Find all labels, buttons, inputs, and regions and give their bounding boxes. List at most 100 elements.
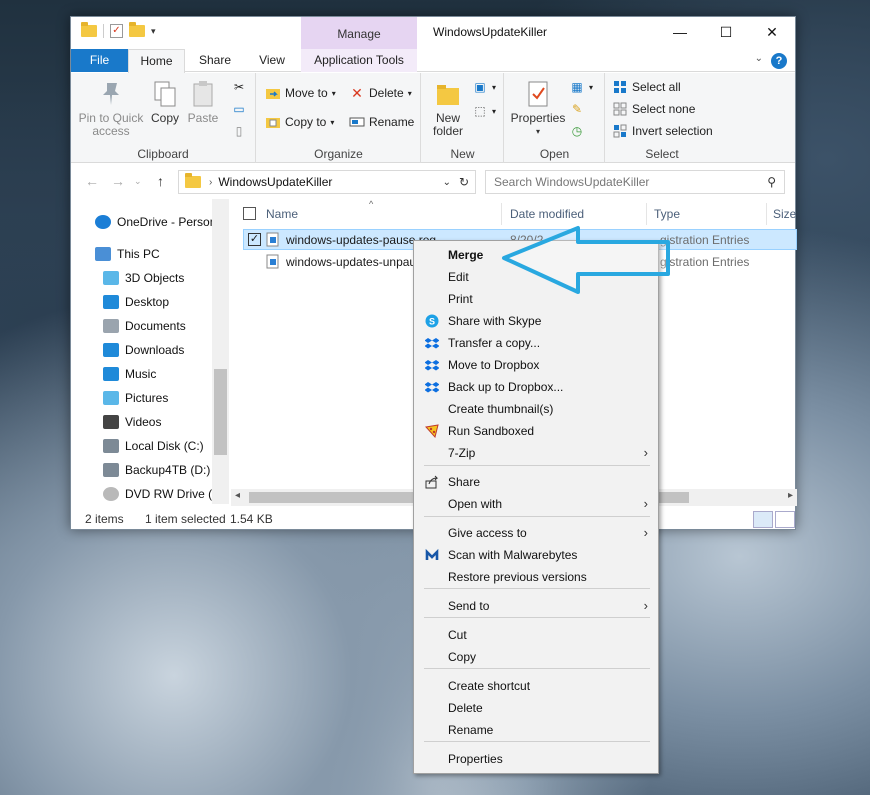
invert-selection-label: Invert selection: [632, 124, 713, 138]
tab-home[interactable]: Home: [128, 49, 185, 73]
search-icon[interactable]: ⚲: [767, 171, 776, 193]
menu-item-share-with-skype[interactable]: S Share with Skype: [414, 310, 658, 332]
new-folder-button[interactable]: New folder: [426, 79, 470, 138]
open-button[interactable]: ▦ ▾: [569, 79, 593, 95]
menu-item-create-thumbnail-s[interactable]: Create thumbnail(s): [414, 398, 658, 420]
nav-scrollbar[interactable]: [212, 199, 229, 504]
skype-icon: S: [424, 313, 440, 329]
menu-item-scan-with-malwarebytes[interactable]: Scan with Malwarebytes: [414, 544, 658, 566]
edit-button[interactable]: ✎: [569, 101, 585, 117]
minimize-button[interactable]: —: [657, 17, 703, 47]
menu-item-move-to-dropbox[interactable]: Move to Dropbox: [414, 354, 658, 376]
chevron-down-icon[interactable]: ⌄: [755, 53, 763, 64]
paste-shortcut-button[interactable]: ▯: [231, 123, 247, 139]
menu-item-delete[interactable]: Delete: [414, 697, 658, 719]
menu-item-open-with[interactable]: Open with ›: [414, 493, 658, 515]
folder-icon[interactable]: [81, 22, 97, 37]
cut-button[interactable]: ✂: [231, 79, 247, 95]
address-dropdown-icon[interactable]: ⌄: [443, 177, 451, 188]
up-arrow-icon[interactable]: ↑: [157, 173, 164, 189]
column-size[interactable]: Size: [773, 203, 796, 225]
scrollbar-thumb[interactable]: [214, 369, 227, 455]
copy-to-label: Copy to: [285, 115, 327, 129]
move-to-button[interactable]: Move to ▾: [265, 85, 336, 101]
menu-item-give-access-to[interactable]: Give access to ›: [414, 522, 658, 544]
menu-item-share[interactable]: Share: [414, 471, 658, 493]
maximize-button[interactable]: ☐: [703, 17, 749, 47]
scroll-left-icon[interactable]: ◂: [235, 490, 240, 501]
sidebar-item[interactable]: Desktop: [103, 291, 169, 313]
sidebar-item[interactable]: This PC: [95, 243, 160, 265]
new-item-button[interactable]: ▣ ▾: [472, 79, 496, 95]
menu-separator: [424, 516, 650, 517]
dropbox-icon: [424, 379, 440, 395]
menu-item-transfer-a-copy[interactable]: Transfer a copy...: [414, 332, 658, 354]
menu-item-restore-previous-versions[interactable]: Restore previous versions: [414, 566, 658, 588]
paste-icon: [189, 79, 217, 109]
copy-to-button[interactable]: Copy to ▾: [265, 114, 334, 130]
sidebar-item[interactable]: Backup4TB (D:): [103, 459, 210, 481]
column-separator[interactable]: [766, 203, 767, 225]
new-folder-icon[interactable]: [129, 22, 145, 37]
copy-path-button[interactable]: ▭: [231, 101, 247, 117]
menu-item-cut[interactable]: Cut: [414, 624, 658, 646]
menu-item-run-sandboxed[interactable]: Run Sandboxed: [414, 420, 658, 442]
rename-button[interactable]: Rename: [349, 114, 414, 130]
pin-quick-access-button[interactable]: Pin to Quick access: [77, 79, 145, 138]
tab-application-tools[interactable]: Application Tools: [301, 49, 417, 72]
pictures-icon: [103, 391, 119, 405]
select-all-checkbox[interactable]: [243, 207, 256, 220]
menu-item-back-up-to-dropbox[interactable]: Back up to Dropbox...: [414, 376, 658, 398]
sidebar-item[interactable]: 3D Objects: [103, 267, 184, 289]
menu-item-label: Share: [448, 475, 481, 489]
refresh-icon[interactable]: ↻: [459, 175, 469, 189]
sidebar-item[interactable]: Documents: [103, 315, 186, 337]
delete-button[interactable]: ✕ Delete ▾: [349, 85, 412, 101]
search-input[interactable]: Search WindowsUpdateKiller ⚲: [485, 170, 785, 194]
menu-item-7-zip[interactable]: 7-Zip ›: [414, 442, 658, 464]
menu-item-copy[interactable]: Copy: [414, 646, 658, 668]
sidebar-item[interactable]: Downloads: [103, 339, 184, 361]
menu-item-rename[interactable]: Rename: [414, 719, 658, 741]
address-bar[interactable]: › WindowsUpdateKiller ⌄ ↻: [178, 170, 476, 194]
sidebar-item-label: Backup4TB (D:): [125, 463, 211, 477]
forward-arrow-icon[interactable]: →: [111, 173, 125, 189]
breadcrumb[interactable]: WindowsUpdateKiller: [218, 175, 332, 189]
item-count: 2 items: [85, 512, 124, 526]
sidebar-item[interactable]: Videos: [103, 411, 161, 433]
copy-button[interactable]: Copy: [147, 79, 183, 125]
recent-dropdown-icon[interactable]: ⌄: [134, 176, 142, 187]
large-icons-view-icon[interactable]: [775, 511, 795, 528]
sidebar-item[interactable]: Pictures: [103, 387, 168, 409]
sidebar-item[interactable]: Music: [103, 363, 156, 385]
sidebar-item[interactable]: Local Disk (C:): [103, 435, 204, 457]
sidebar-item[interactable]: OneDrive - Person: [95, 211, 216, 233]
sandboxie-icon: [424, 423, 440, 439]
scroll-right-icon[interactable]: ▸: [788, 490, 793, 501]
details-view-icon[interactable]: [753, 511, 773, 528]
paste-button[interactable]: Paste: [185, 79, 221, 125]
back-arrow-icon[interactable]: ←: [85, 173, 99, 189]
properties-button[interactable]: Properties ▾: [509, 79, 567, 138]
customize-dropdown-icon[interactable]: ▾: [151, 26, 156, 37]
menu-item-label: Edit: [448, 270, 469, 284]
tab-view[interactable]: View: [248, 49, 296, 72]
history-button[interactable]: ◷: [569, 123, 585, 139]
close-button[interactable]: ✕: [749, 17, 795, 47]
column-name[interactable]: Name: [266, 203, 298, 225]
clipboard-group: Pin to Quick access Copy Paste ✂ ▭ ▯ Cli…: [71, 73, 256, 163]
select-all-button[interactable]: Select all: [612, 79, 681, 95]
easy-access-button[interactable]: ⬚ ▾: [472, 103, 496, 119]
help-icon[interactable]: ?: [771, 53, 787, 69]
properties-icon[interactable]: ✓: [110, 24, 123, 38]
row-checkbox[interactable]: ✓: [248, 233, 261, 246]
tab-file[interactable]: File: [71, 49, 128, 72]
menu-item-create-shortcut[interactable]: Create shortcut: [414, 675, 658, 697]
sidebar-item[interactable]: DVD RW Drive (E: [103, 483, 220, 504]
invert-selection-button[interactable]: Invert selection: [612, 123, 713, 139]
select-none-button[interactable]: Select none: [612, 101, 695, 117]
menu-item-send-to[interactable]: Send to ›: [414, 595, 658, 617]
tab-share[interactable]: Share: [191, 49, 239, 72]
sidebar-item-label: Local Disk (C:): [125, 439, 204, 453]
menu-item-properties[interactable]: Properties: [414, 748, 658, 770]
